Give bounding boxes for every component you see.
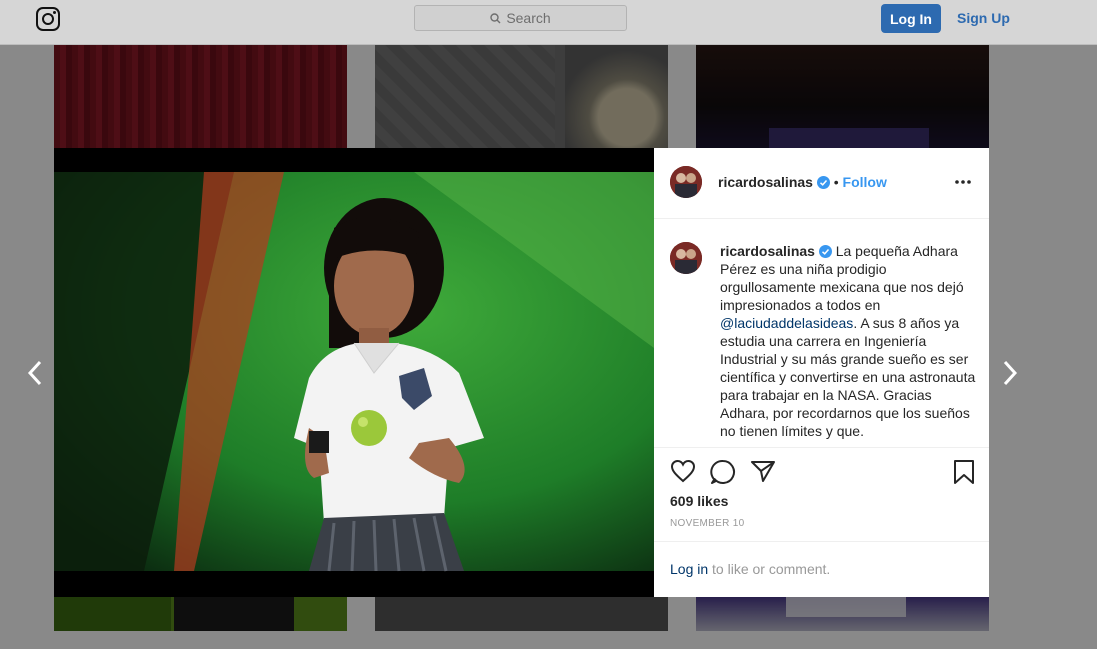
comment-icon[interactable] [710, 459, 736, 485]
post-caption: ricardosalinas La pequeña Adhara Pérez e… [720, 242, 982, 440]
login-link[interactable]: Log in [670, 561, 708, 577]
instagram-icon[interactable] [36, 7, 60, 31]
share-icon[interactable] [750, 459, 776, 483]
post-image [54, 172, 654, 572]
bookmark-icon[interactable] [953, 459, 975, 485]
follow-button[interactable]: Follow [843, 174, 887, 190]
mention-link[interactable]: @laciudaddelasideas [720, 315, 853, 331]
username-link[interactable]: ricardosalinas [718, 174, 813, 190]
divider [654, 541, 989, 542]
post-details-panel: ricardosalinas • Follow ricardosalinas L… [654, 148, 989, 597]
search-placeholder: Search [506, 10, 551, 26]
caption-username-link[interactable]: ricardosalinas [720, 243, 815, 259]
likes-count[interactable]: 609 likes [670, 493, 728, 509]
post-photo[interactable] [54, 148, 654, 597]
divider [654, 218, 989, 219]
chevron-left-icon[interactable] [25, 358, 45, 388]
search-input[interactable]: Search [414, 5, 627, 31]
search-icon [490, 12, 501, 23]
login-prompt: Log in to like or comment. [670, 561, 830, 577]
login-prompt-text: to like or comment. [708, 561, 831, 577]
avatar[interactable] [670, 166, 702, 198]
heart-icon[interactable] [670, 459, 696, 483]
post-header: ricardosalinas • Follow [718, 174, 887, 191]
chevron-right-icon[interactable] [1000, 358, 1020, 388]
verified-badge-icon [816, 176, 830, 189]
top-navigation-bar: Search Log In Sign Up [0, 0, 1097, 45]
more-options-icon[interactable] [954, 179, 972, 185]
caption-text: . A sus 8 años ya estudia una carrera en… [720, 315, 976, 439]
sign-up-link[interactable]: Sign Up [957, 10, 1010, 26]
separator: • [833, 174, 839, 190]
avatar-image [670, 242, 702, 274]
post-date: NOVEMBER 10 [670, 518, 745, 529]
avatar-image [670, 166, 702, 198]
avatar[interactable] [670, 242, 702, 274]
divider [654, 447, 989, 448]
log-in-button[interactable]: Log In [881, 4, 941, 33]
verified-badge-icon [818, 245, 832, 258]
